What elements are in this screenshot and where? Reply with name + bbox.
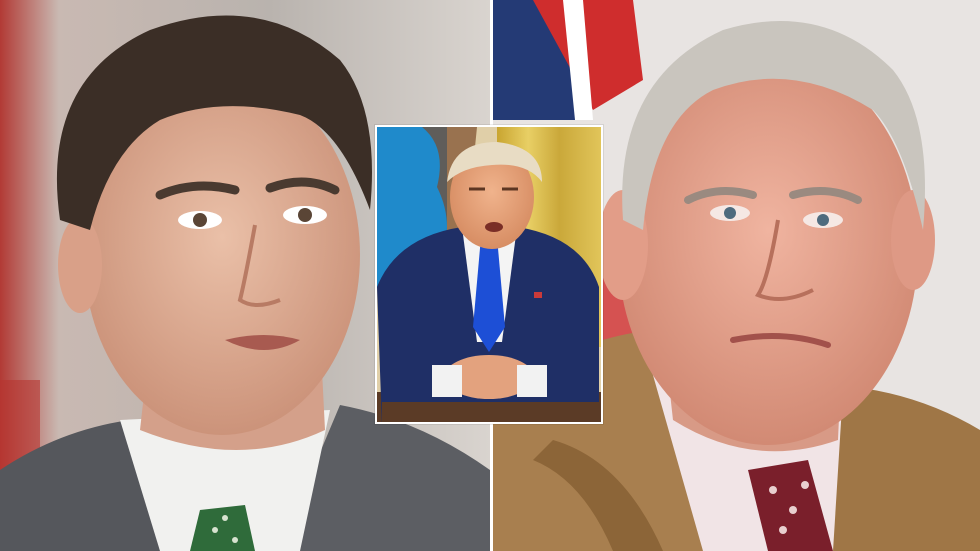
inset-photo	[375, 125, 603, 424]
flag-pin	[534, 292, 542, 298]
green-tie	[190, 505, 255, 551]
mouth	[485, 222, 503, 232]
inset-portrait	[377, 127, 601, 422]
